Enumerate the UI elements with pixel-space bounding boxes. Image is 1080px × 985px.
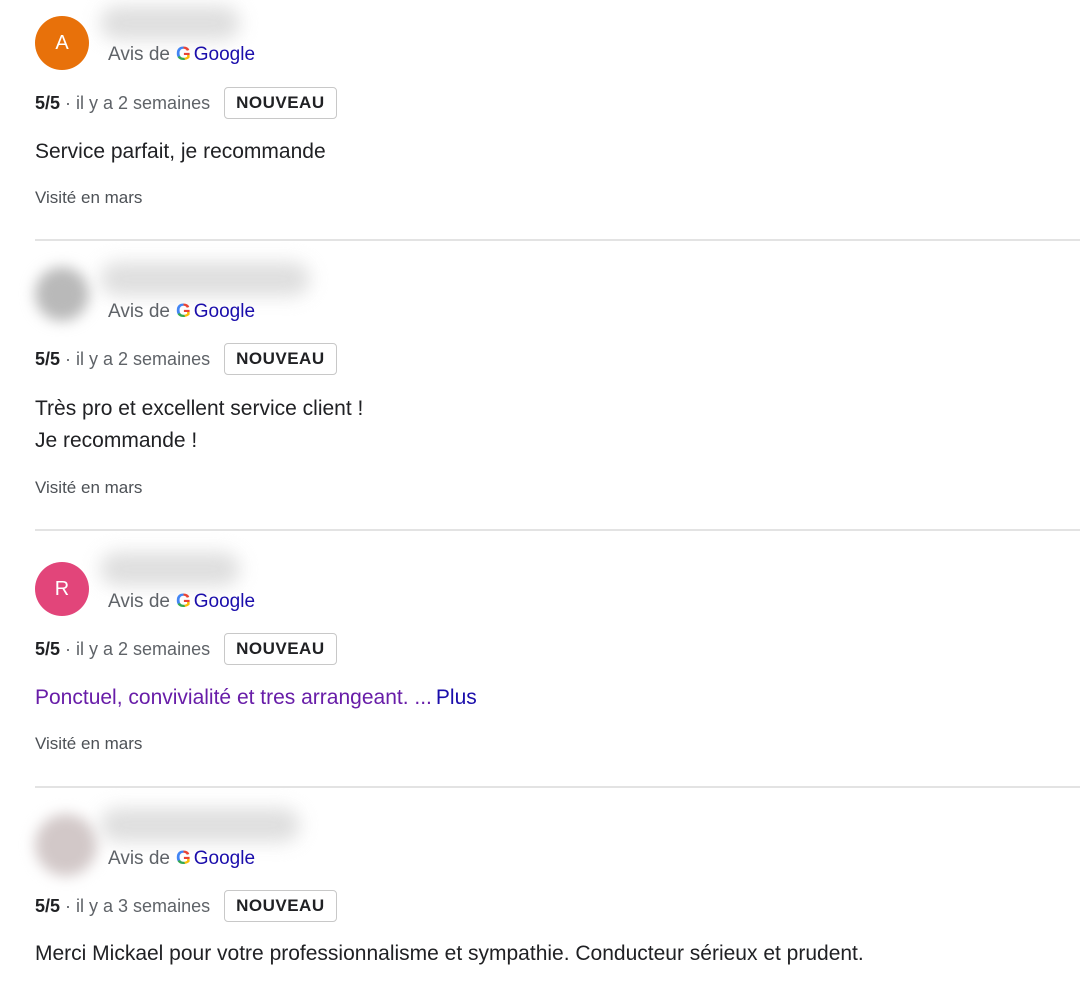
divider	[35, 239, 1080, 241]
reviewer-name-redacted	[100, 552, 240, 586]
rating: 5/5	[35, 92, 61, 113]
review-text-line: Service parfait, je recommande	[35, 140, 326, 163]
source-prefix: Avis de	[108, 848, 170, 869]
reviewer-name-redacted	[100, 6, 240, 40]
visited-date: Visité en mars	[35, 734, 143, 753]
google-g-icon: G	[175, 301, 191, 322]
rating: 5/5	[35, 638, 61, 659]
review-meta: 5/5 · il y a 3 semaines NOUVEAU	[35, 889, 337, 923]
reviewer-name-redacted	[100, 262, 310, 296]
more-link[interactable]: Plus	[436, 686, 477, 709]
rating: 5/5	[35, 895, 61, 916]
google-g-icon: G	[175, 848, 191, 869]
review-text-snippet[interactable]: Ponctuel, convivialité et tres arrangean…	[35, 686, 432, 709]
divider	[35, 529, 1080, 531]
rating: 5/5	[35, 348, 61, 369]
avatar[interactable]: A	[35, 16, 89, 70]
avatar[interactable]	[35, 267, 89, 321]
review-time: · il y a 2 semaines	[65, 638, 211, 659]
review-source: Avis de G Google	[108, 591, 255, 613]
source-name: Google	[193, 301, 256, 322]
review-time: · il y a 2 semaines	[65, 348, 211, 369]
reviewer-name-redacted	[100, 808, 300, 842]
review-text: Service parfait, je recommande	[35, 136, 326, 168]
new-badge: NOUVEAU	[224, 343, 337, 375]
review-text-line: Très pro et excellent service client !	[35, 397, 364, 420]
review-text: Merci Mickael pour votre professionnalis…	[35, 938, 864, 970]
review-time: · il y a 3 semaines	[65, 895, 211, 916]
google-g-icon: G	[175, 591, 191, 612]
new-badge: NOUVEAU	[224, 890, 337, 922]
review-meta: 5/5 · il y a 2 semaines NOUVEAU	[35, 86, 337, 120]
source-prefix: Avis de	[108, 301, 170, 322]
source-prefix: Avis de	[108, 44, 170, 65]
visited-date: Visité en mars	[35, 188, 143, 207]
source-name: Google	[193, 848, 256, 869]
review-text[interactable]: Ponctuel, convivialité et tres arrangean…	[35, 682, 477, 714]
visited-date: Visité en mars	[35, 478, 143, 497]
new-badge: NOUVEAU	[224, 87, 337, 119]
review-source: Avis de G Google	[108, 848, 255, 870]
avatar[interactable]: R	[35, 562, 89, 616]
review-text: Très pro et excellent service client ! J…	[35, 393, 363, 457]
new-badge: NOUVEAU	[224, 633, 337, 665]
avatar[interactable]	[35, 814, 97, 876]
divider	[35, 786, 1080, 788]
review-meta: 5/5 · il y a 2 semaines NOUVEAU	[35, 342, 337, 376]
source-prefix: Avis de	[108, 591, 170, 612]
review-time: · il y a 2 semaines	[65, 92, 211, 113]
review-text-line: Je recommande !	[35, 429, 198, 452]
review-source: Avis de G Google	[108, 301, 255, 323]
review-meta: 5/5 · il y a 2 semaines NOUVEAU	[35, 632, 337, 666]
review-source: Avis de G Google	[108, 44, 255, 66]
source-name: Google	[193, 591, 256, 612]
reviews-list: A Avis de G Google 5/5 · il y a 2 semaines…	[0, 0, 1080, 985]
source-name: Google	[193, 44, 256, 65]
review-text-line: Merci Mickael pour votre professionnalis…	[35, 942, 864, 965]
google-g-icon: G	[175, 44, 191, 65]
